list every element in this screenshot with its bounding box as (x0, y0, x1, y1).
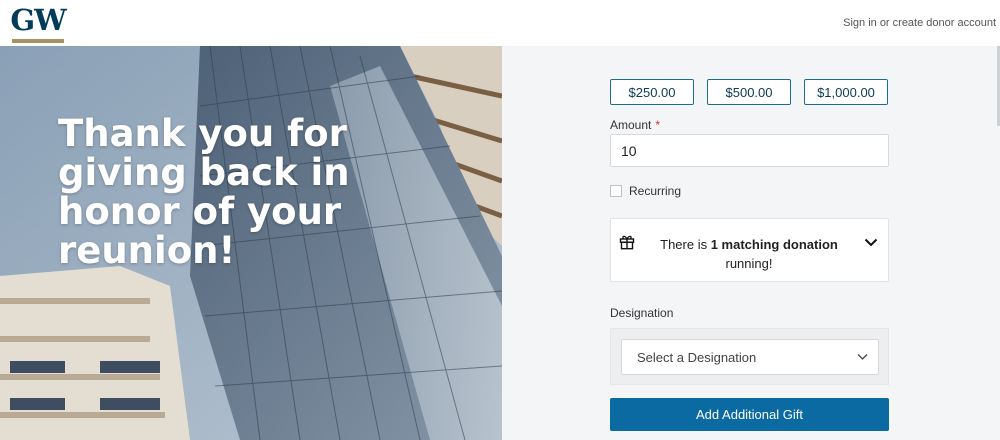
designation-select[interactable]: Select a Designation (621, 339, 879, 375)
designation-placeholder: Select a Designation (637, 350, 757, 365)
matching-text-bold: 1 matching donation (710, 237, 838, 252)
amount-preset-500[interactable]: $500.00 (707, 79, 791, 105)
matching-donation-banner[interactable]: There is 1 matching donation running! (610, 218, 889, 282)
logo-underline (12, 39, 64, 43)
required-asterisk: * (655, 118, 661, 132)
amount-label: Amount * (610, 118, 660, 132)
designation-container: Select a Designation (610, 328, 889, 385)
hero-image: Thank you for giving back in honor of yo… (0, 46, 502, 440)
matching-donation-text: There is 1 matching donation running! (651, 235, 847, 273)
top-header: GW Sign in or create donor account (0, 0, 1000, 47)
logo-text: GW (10, 3, 66, 37)
amount-preset-1000[interactable]: $1,000.00 (804, 79, 888, 105)
matching-text-before: There is (660, 237, 711, 252)
recurring-checkbox[interactable] (610, 185, 622, 197)
add-additional-gift-button[interactable]: Add Additional Gift (610, 398, 889, 431)
signin-link[interactable]: Sign in or create donor account (843, 17, 996, 29)
amount-label-text: Amount (610, 118, 652, 132)
matching-text-after: running! (725, 256, 773, 271)
hero-headline: Thank you for giving back in honor of yo… (58, 112, 350, 272)
gift-icon (619, 235, 635, 250)
donation-form: $250.00 $500.00 $1,000.00 Amount* Recurr… (502, 46, 1000, 440)
amount-input[interactable] (610, 134, 889, 167)
designation-label: Designation (610, 306, 674, 320)
chevron-down-icon[interactable] (864, 238, 878, 247)
gw-logo[interactable]: GW (10, 3, 67, 43)
amount-preset-250[interactable]: $250.00 (610, 79, 694, 105)
select-chevron-down-icon (857, 354, 868, 360)
recurring-label: Recurring (629, 184, 682, 198)
